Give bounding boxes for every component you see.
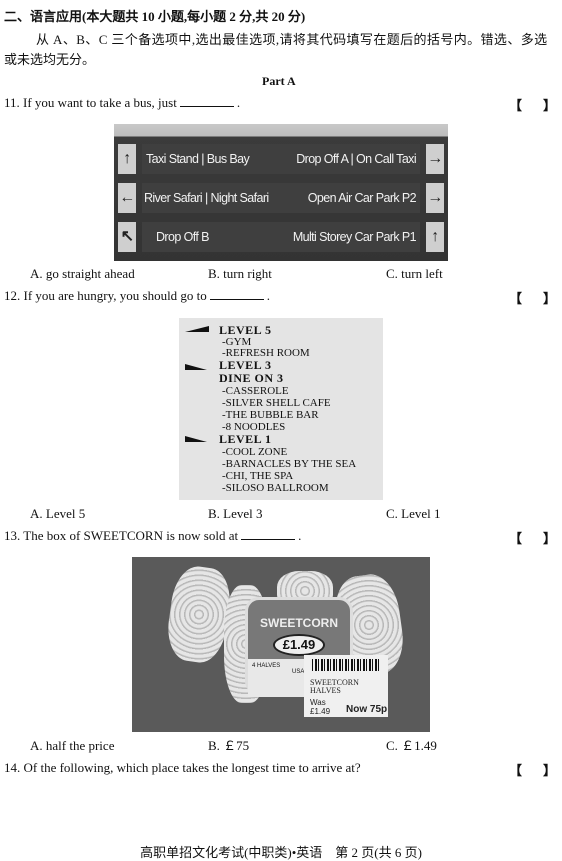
directory-item: -COOL ZONE xyxy=(222,446,288,458)
question-stem: 12. If you are hungry, you should go to xyxy=(4,288,207,303)
label-name: SWEETCORN HALVES xyxy=(310,678,359,695)
directory-item: -CHI, THE SPA xyxy=(222,470,294,482)
option-c: C. turn left xyxy=(386,266,443,281)
sign-row-2: ← River Safari | Night Safari Open Air C… xyxy=(118,180,444,216)
pointer-arrow-icon xyxy=(185,364,207,370)
answer-blank xyxy=(241,528,296,540)
pointer-arrow-icon xyxy=(185,436,207,442)
option-b: B. ￡75 xyxy=(208,738,250,753)
option-a: A. Level 5 xyxy=(30,506,86,521)
price-label: SWEETCORN HALVES Was £1.49 Now 75p xyxy=(304,655,388,717)
sign-text: Taxi Stand | Bus Bay xyxy=(142,144,292,174)
instruction-line-2: 或未选均无分。 xyxy=(4,52,96,67)
answer-blank xyxy=(179,95,234,107)
sign-text: Multi Storey Car Park P1 xyxy=(292,222,420,252)
arrow-up-icon: ↑ xyxy=(426,222,444,252)
instruction-line-1: 从 A、B、C 三个备选项中,选出最佳选项,请将其代码填写在题后的括号内。错选、… xyxy=(36,32,548,47)
directory-item: -CASSEROLE xyxy=(222,385,289,397)
answer-bracket-close: 】 xyxy=(543,98,557,113)
barcode xyxy=(312,659,380,671)
option-b: B. turn right xyxy=(208,266,272,281)
question-14: 14. Of the following, which place takes … xyxy=(4,760,361,775)
answer-bracket-open: 【 xyxy=(509,531,523,546)
level-heading: DINE ON 3 xyxy=(219,371,284,385)
product-name: SWEETCORN xyxy=(260,616,338,630)
answer-bracket-open: 【 xyxy=(509,291,523,306)
option-a: A. go straight ahead xyxy=(30,266,135,281)
punct: . xyxy=(236,95,241,110)
answer-bracket-open: 【 xyxy=(509,98,523,113)
sign-row-3: ↖ Drop Off B Multi Storey Car Park P1 ↑ xyxy=(118,219,444,255)
directory-item: -SILOSO BALLROOM xyxy=(222,482,329,494)
answer-bracket-open: 【 xyxy=(509,763,523,778)
question-stem: 13. The box of SWEETCORN is now sold at xyxy=(4,528,239,543)
answer-blank xyxy=(209,288,264,300)
direction-sign-image: ↑ Taxi Stand | Bus Bay Drop Off A | On C… xyxy=(114,124,448,261)
sign-text: Open Air Car Park P2 xyxy=(292,183,420,213)
now-price: Now 75p xyxy=(346,704,388,715)
part-label: Part A xyxy=(262,74,296,88)
punct: . xyxy=(298,528,302,543)
sign-text: Drop Off A | On Call Taxi xyxy=(292,144,420,174)
arrow-up-icon: ↑ xyxy=(118,144,136,174)
option-c: C. ￡1.49 xyxy=(386,738,437,753)
level-heading: LEVEL 1 xyxy=(219,432,272,446)
answer-bracket-close: 】 xyxy=(543,531,557,546)
answer-bracket-close: 】 xyxy=(543,291,557,306)
option-a: A. half the price xyxy=(30,738,115,753)
directory-item: -THE BUBBLE BAR xyxy=(222,409,319,421)
answer-bracket-close: 】 xyxy=(543,763,557,778)
section-title: 二、语言应用(本大题共 10 小题,每小题 2 分,共 20 分) xyxy=(4,9,306,24)
option-b: B. Level 3 xyxy=(208,506,263,521)
sweetcorn-photo: SWEETCORN £1.49 4 HALVES USA SWEETCORN H… xyxy=(132,557,430,732)
question-11: 11. If you want to take a bus, just. xyxy=(4,95,240,111)
sign-row-1: ↑ Taxi Stand | Bus Bay Drop Off A | On C… xyxy=(118,141,444,177)
was-price: £1.49 xyxy=(310,707,331,716)
sign-text: Drop Off B xyxy=(142,222,292,252)
floor-directory-image: LEVEL 5 -GYM -REFRESH ROOM LEVEL 3 DINE … xyxy=(179,318,383,500)
arrow-left-icon: ← xyxy=(118,183,136,213)
directory-item: -BARNACLES BY THE SEA xyxy=(222,458,357,470)
arrow-right-icon: → xyxy=(426,183,444,213)
directory-item: -SILVER SHELL CAFE xyxy=(222,397,331,409)
product-price: £1.49 xyxy=(273,634,325,656)
arrow-up-left-icon: ↖ xyxy=(118,222,136,252)
pointer-arrow-icon xyxy=(185,326,209,332)
arrow-right-icon: → xyxy=(426,144,444,174)
punct: . xyxy=(266,288,271,303)
question-stem: 11. If you want to take a bus, just xyxy=(4,95,177,110)
level-heading: LEVEL 5 xyxy=(219,323,272,337)
level-heading: LEVEL 3 xyxy=(219,358,272,372)
page-footer: 高职单招文化考试(中职类)•英语 第 2 页(共 6 页) xyxy=(140,845,422,860)
sign-text: River Safari | Night Safari xyxy=(142,183,292,213)
option-c: C. Level 1 xyxy=(386,506,441,521)
question-12: 12. If you are hungry, you should go to. xyxy=(4,288,270,304)
question-13: 13. The box of SWEETCORN is now sold at. xyxy=(4,528,301,544)
